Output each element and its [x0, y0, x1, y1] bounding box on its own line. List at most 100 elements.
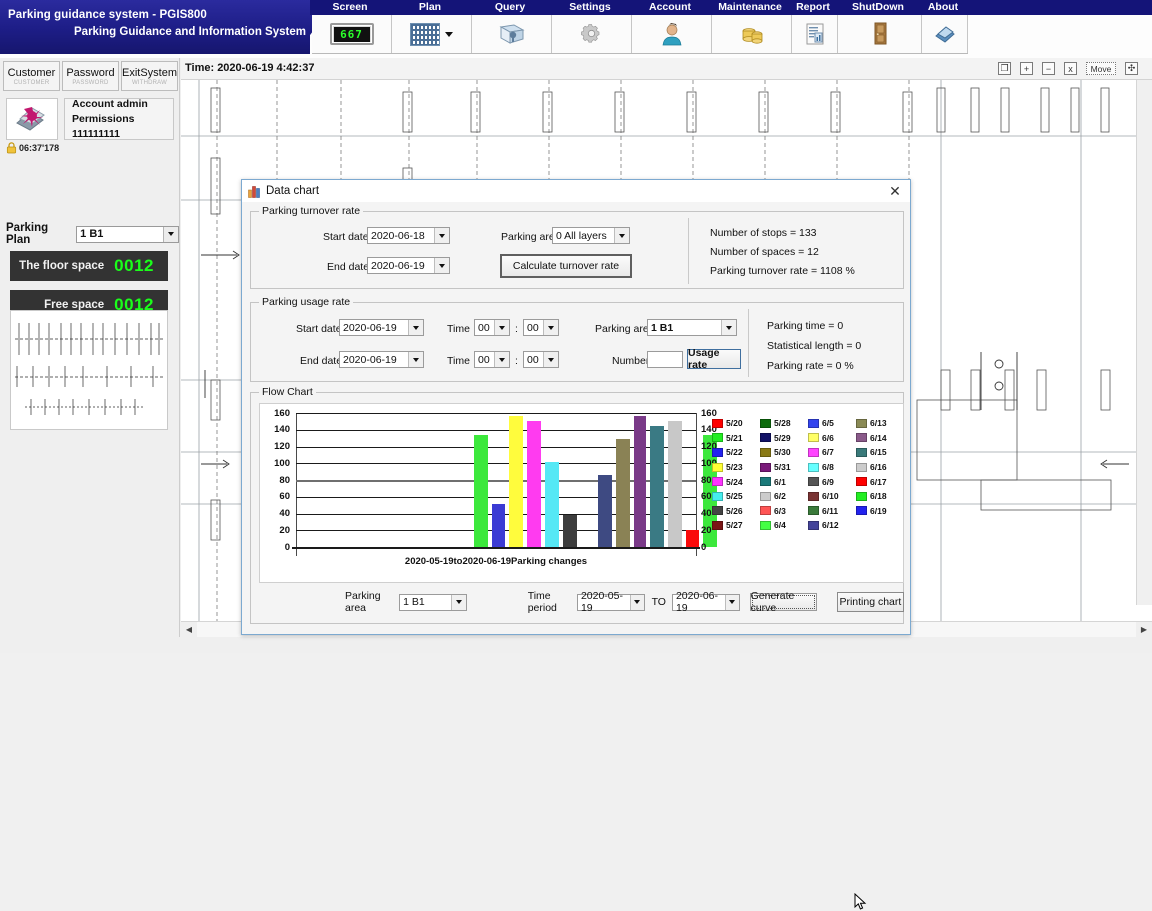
legend-item: 6/19	[856, 504, 904, 519]
legend-label: 5/20	[726, 418, 743, 428]
toolbar-button-plan[interactable]	[392, 15, 472, 53]
menu-item-plan[interactable]: Plan	[390, 0, 470, 15]
menu-item-account[interactable]: Account	[630, 0, 710, 15]
flow-area-select[interactable]: 1 B1	[399, 594, 467, 611]
chevron-down-icon[interactable]	[494, 352, 509, 367]
chevron-down-icon[interactable]	[543, 320, 558, 335]
chevron-down-icon[interactable]	[434, 228, 449, 243]
legend-label: 6/5	[822, 418, 834, 428]
toolbar-button-screen[interactable]: 667	[312, 15, 392, 53]
legend-label: 6/9	[822, 477, 834, 487]
zoom-out-icon[interactable]: −	[1042, 62, 1055, 75]
turnover-end-date-select[interactable]: 2020-06-19	[367, 257, 450, 274]
legend-swatch	[712, 477, 723, 486]
legend-swatch	[856, 433, 867, 442]
chevron-down-icon[interactable]	[434, 258, 449, 273]
generate-curve-button[interactable]: Generate curve	[750, 593, 817, 611]
printing-chart-button[interactable]: Printing chart	[837, 592, 904, 612]
legend-label: 5/31	[774, 462, 791, 472]
toolbar-button-query[interactable]	[472, 15, 552, 53]
menu-item-screen[interactable]: Screen	[310, 0, 390, 15]
vertical-scrollbar[interactable]	[1136, 80, 1152, 605]
legend-label: 5/26	[726, 506, 743, 516]
chevron-down-icon[interactable]	[494, 320, 509, 335]
flow-period-to-select[interactable]: 2020-06-19	[672, 594, 740, 611]
app-title-line1: Parking guidance system - PGIS800	[8, 9, 207, 21]
scroll-right-icon[interactable]: ▶	[1136, 622, 1152, 637]
toolbar-button-account[interactable]	[632, 15, 712, 53]
usage-rate-group-label: Parking usage rate	[259, 296, 353, 308]
chevron-down-icon[interactable]	[721, 320, 736, 335]
turnover-area-select[interactable]: 0 All layers	[552, 227, 630, 244]
close-icon[interactable]: ✕	[886, 183, 904, 199]
toolbar-button-maintenance[interactable]	[712, 15, 792, 53]
usage-end-minute-select[interactable]: 00	[523, 351, 559, 368]
toolbar-button-report[interactable]	[792, 15, 838, 53]
flow-chart-group-label: Flow Chart	[259, 386, 316, 398]
usage-rate-button[interactable]: Usage rate	[687, 349, 741, 369]
chevron-down-icon[interactable]	[614, 228, 629, 243]
calculate-turnover-rate-button[interactable]: Calculate turnover rate	[500, 254, 632, 278]
dialog-titlebar[interactable]: Data chart	[242, 180, 910, 202]
toolbar-button-shutdown[interactable]	[838, 15, 922, 53]
menu-item-maintenance[interactable]: Maintenance	[710, 0, 790, 15]
usage-end-hour-select[interactable]: 00	[474, 351, 510, 368]
chevron-down-icon[interactable]	[451, 595, 466, 610]
menu-item-shutdown[interactable]: ShutDown	[836, 0, 920, 15]
select-tool-icon[interactable]: ✣	[1125, 62, 1138, 75]
usage-end-date-select[interactable]: 2020-06-19	[339, 351, 424, 368]
mouse-cursor-icon	[854, 893, 868, 911]
legend-item: 6/5	[808, 416, 856, 431]
legend-item: 6/1	[760, 474, 808, 489]
usage-start-time-label: Time	[447, 323, 470, 335]
chevron-down-icon[interactable]	[725, 595, 739, 610]
turnover-start-date-select[interactable]: 2020-06-18	[367, 227, 450, 244]
sidebar-tab-exitsystem[interactable]: ExitSystem WITHDRAW	[121, 61, 178, 91]
legend-label: 5/30	[774, 447, 791, 457]
chevron-down-icon[interactable]	[445, 32, 453, 37]
fit-window-icon[interactable]: ❐	[998, 62, 1011, 75]
toolbar-button-about[interactable]	[922, 15, 968, 53]
chevron-down-icon[interactable]	[408, 352, 423, 367]
sidebar-tab-password[interactable]: Password PASSWORD	[62, 61, 119, 91]
menu-item-report[interactable]: Report	[790, 0, 836, 15]
sidebar-tab-customer[interactable]: Customer CUSTOMER	[3, 61, 60, 91]
turnover-end-date-label: End date	[327, 261, 369, 273]
legend-label: 6/10	[822, 491, 839, 501]
chevron-down-icon[interactable]	[543, 352, 558, 367]
mini-map-preview[interactable]	[10, 310, 168, 430]
sidebar: Customer CUSTOMER Password PASSWORD Exit…	[0, 58, 180, 637]
zoom-in-icon[interactable]: +	[1020, 62, 1033, 75]
usage-end-time-label: Time	[447, 355, 470, 367]
menu-item-settings[interactable]: Settings	[550, 0, 630, 15]
chevron-down-icon[interactable]	[630, 595, 644, 610]
legend-item: 5/20	[712, 416, 760, 431]
about-diamond-icon	[13, 103, 51, 135]
close-view-icon[interactable]: x	[1064, 62, 1077, 75]
flow-period-from-select[interactable]: 2020-05-19	[577, 594, 645, 611]
move-tool[interactable]: Move	[1086, 62, 1116, 75]
usage-start-date-select[interactable]: 2020-06-19	[339, 319, 424, 336]
usage-number-input[interactable]	[647, 351, 683, 368]
menu-item-about[interactable]: About	[920, 0, 966, 15]
legend-swatch	[808, 419, 819, 428]
usage-start-minute-select[interactable]: 00	[523, 319, 559, 336]
turnover-start-date-value: 2020-06-18	[371, 230, 425, 242]
scroll-left-icon[interactable]: ◀	[181, 622, 197, 637]
chevron-down-icon[interactable]	[163, 227, 178, 242]
parking-plan-select[interactable]: 1 B1	[76, 226, 179, 243]
chart-y-tick-left: 20	[264, 525, 290, 536]
chart-title: 2020-05-19to2020-06-19Parking changes	[296, 556, 696, 567]
menu-item-query[interactable]: Query	[470, 0, 550, 15]
legend-swatch	[808, 433, 819, 442]
usage-area-select[interactable]: 1 B1	[647, 319, 737, 336]
legend-item: 5/25	[712, 489, 760, 504]
chart-bar	[509, 416, 523, 547]
toolbar-button-settings[interactable]	[552, 15, 632, 53]
lock-icon	[6, 142, 17, 154]
usage-start-hour-select[interactable]: 00	[474, 319, 510, 336]
chart-bar	[616, 439, 630, 547]
chevron-down-icon[interactable]	[408, 320, 423, 335]
legend-item: 5/26	[712, 504, 760, 519]
flow-chart-plot-area[interactable]: 020406080100120140160 020406080100120140…	[259, 403, 904, 583]
